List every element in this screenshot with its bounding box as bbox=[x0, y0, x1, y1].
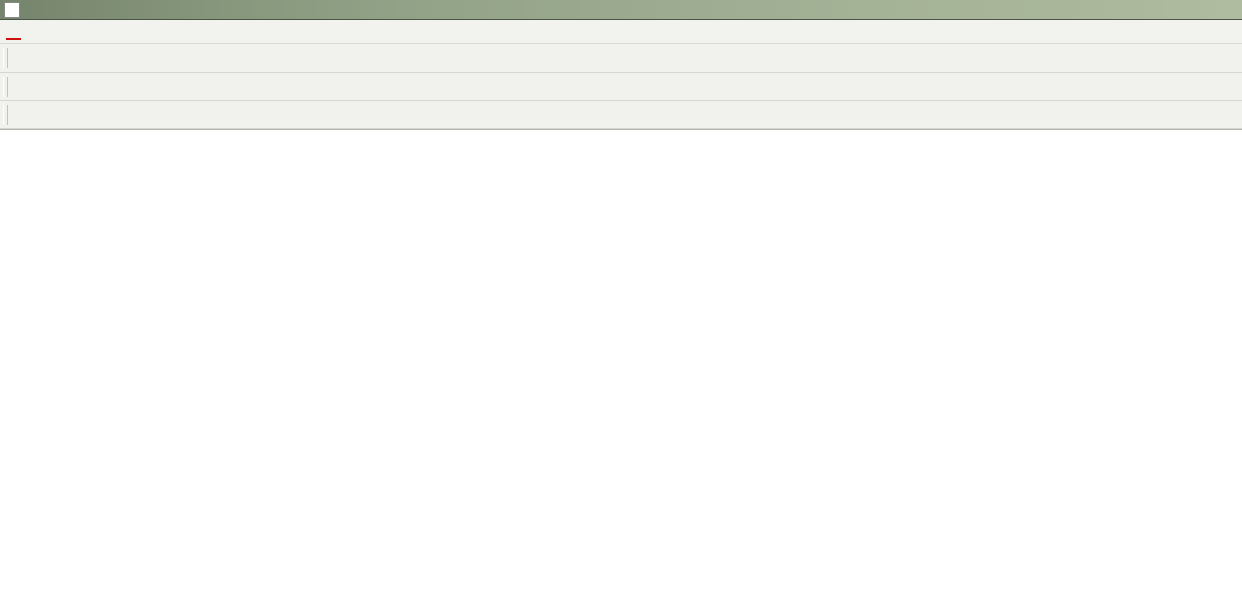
drawing-toolbar bbox=[0, 101, 1242, 129]
chart-area bbox=[0, 129, 1242, 592]
app-window bbox=[0, 0, 1242, 592]
feature-toolbar bbox=[0, 44, 1242, 73]
kline-chart-canvas[interactable] bbox=[0, 130, 1242, 592]
view-toolbar bbox=[0, 73, 1242, 101]
toolbar-grip[interactable] bbox=[3, 76, 8, 97]
child-window-icon[interactable] bbox=[6, 23, 21, 40]
menu-bar bbox=[0, 20, 1242, 44]
title-bar bbox=[0, 0, 1242, 20]
toolbar-grip[interactable] bbox=[3, 48, 8, 68]
app-logo-icon bbox=[4, 1, 20, 18]
toolbar-grip[interactable] bbox=[3, 104, 8, 125]
